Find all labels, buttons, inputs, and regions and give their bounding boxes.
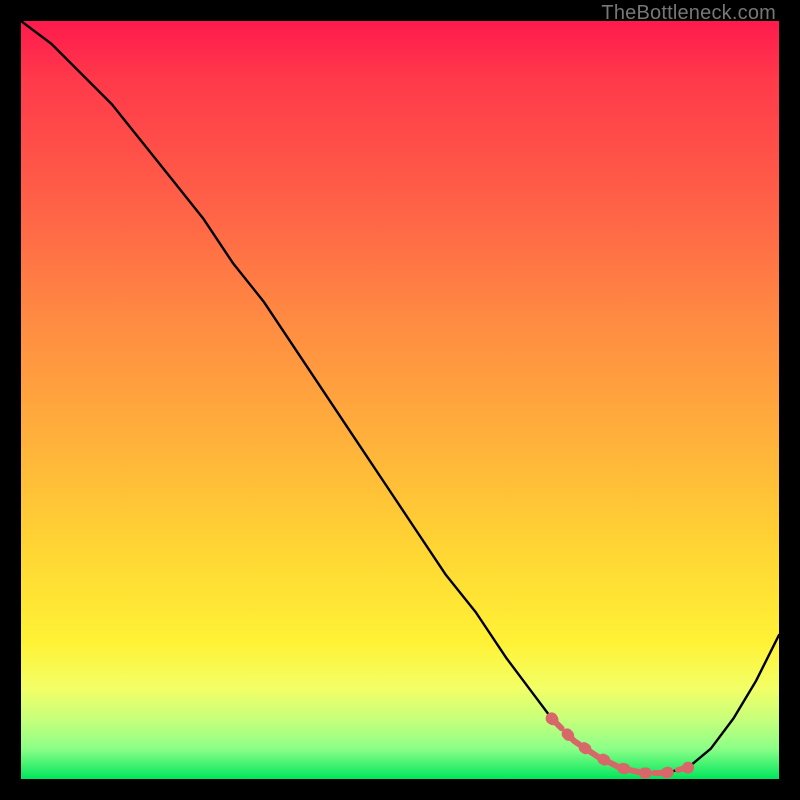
- optimal-endpoint-dot: [682, 762, 694, 774]
- plot-area: [21, 21, 779, 779]
- curve-layer: [21, 21, 779, 779]
- chart-frame: TheBottleneck.com: [0, 0, 800, 800]
- optimal-endpoint-dot: [546, 712, 558, 724]
- bottleneck-curve-path: [21, 21, 779, 773]
- optimal-region-dashes: [552, 718, 688, 773]
- watermark-text: TheBottleneck.com: [601, 2, 776, 25]
